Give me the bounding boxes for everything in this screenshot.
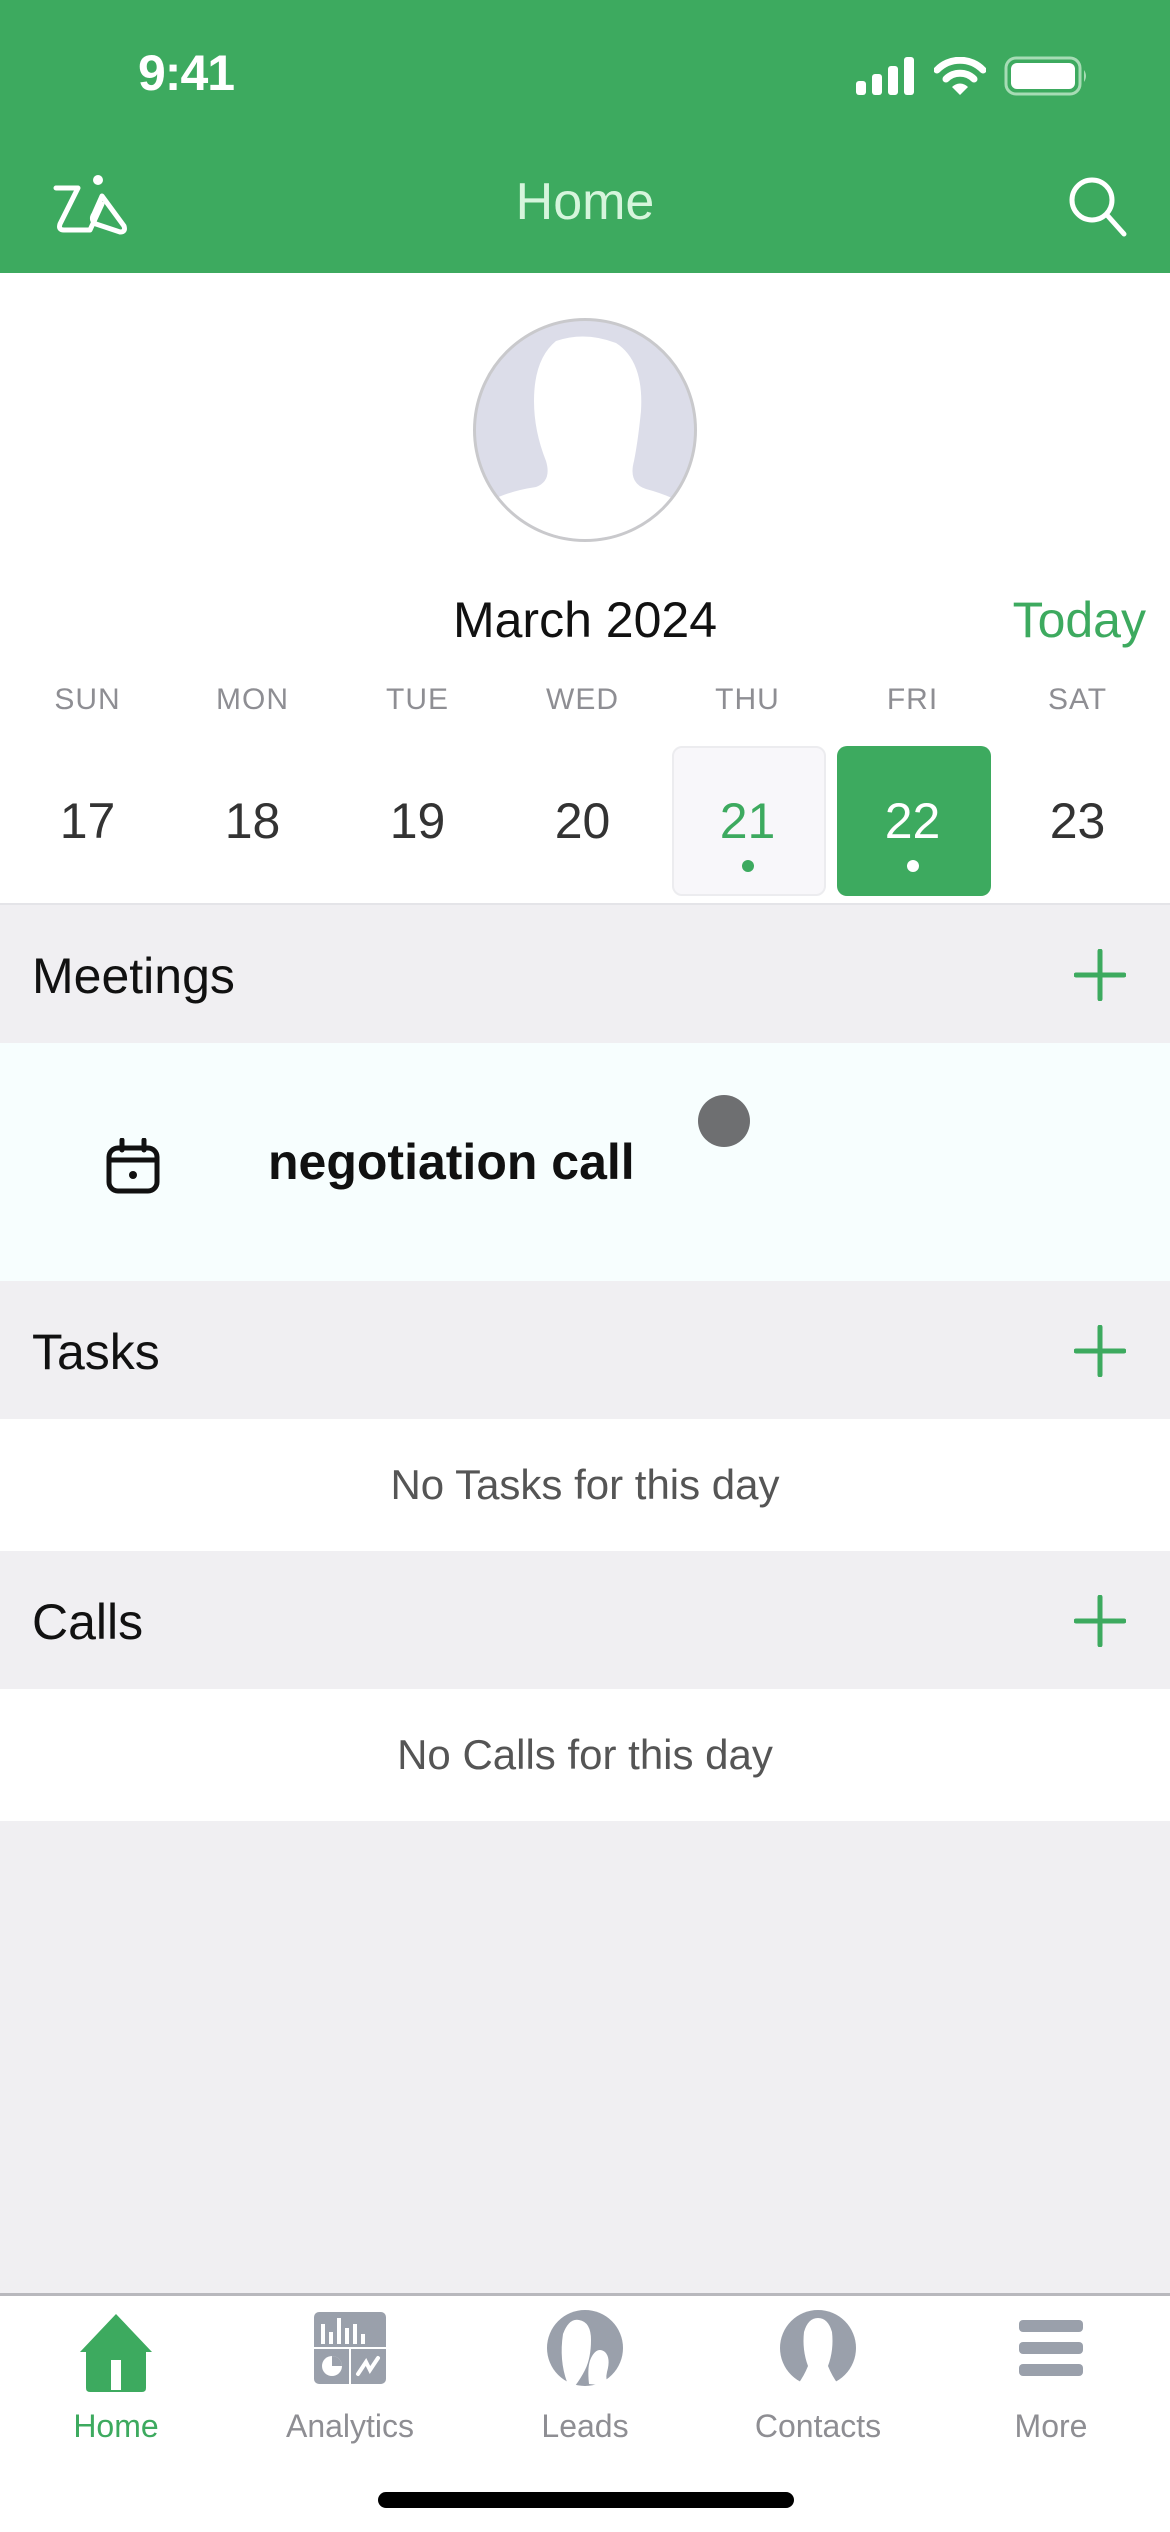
event-indicator-dot — [741, 860, 754, 872]
analytics-icon — [314, 2312, 386, 2384]
tab-home[interactable]: Home — [16, 2310, 216, 2445]
date-number: 22 — [884, 792, 941, 849]
tab-more[interactable]: More — [951, 2310, 1151, 2445]
add-meeting-button[interactable] — [1074, 949, 1126, 1001]
empty-state-text: No Tasks for this day — [390, 1461, 780, 1508]
weekday-label: TUE — [386, 683, 449, 716]
weekday-label: SAT — [1047, 683, 1108, 716]
date-number: 23 — [1049, 792, 1106, 849]
tab-label: Analytics — [285, 2408, 415, 2444]
tab-label: Contacts — [754, 2408, 882, 2444]
tab-label: More — [1014, 2408, 1088, 2444]
week-dates: 17 18 19 20 21 22 23 — [0, 743, 1170, 898]
search-icon[interactable] — [1066, 174, 1130, 238]
date-number: 21 — [719, 792, 776, 849]
date-number: 19 — [389, 792, 446, 849]
date-number: 18 — [224, 792, 281, 849]
avatar-placeholder-icon — [476, 336, 694, 539]
section-title: Meetings — [32, 948, 235, 1004]
event-indicator-dot — [906, 860, 919, 872]
tab-label: Leads — [541, 2408, 629, 2444]
battery-icon — [1004, 56, 1086, 96]
date-cell[interactable]: 19 — [335, 743, 500, 898]
touch-indicator — [698, 1095, 750, 1147]
menu-icon — [1019, 2320, 1083, 2376]
tasks-empty-state: No Tasks for this day — [0, 1419, 1170, 1551]
status-time: 9:41 — [138, 45, 235, 101]
home-indicator[interactable] — [378, 2492, 794, 2508]
tab-analytics[interactable]: Analytics — [250, 2310, 450, 2445]
cellular-signal-icon — [856, 57, 914, 95]
app-header: 9:41 Home — [0, 0, 1170, 273]
date-cell[interactable]: 20 — [500, 743, 665, 898]
date-cell[interactable]: 17 — [5, 743, 170, 898]
meeting-title: negotiation call — [268, 1134, 635, 1190]
today-button[interactable]: Today — [1013, 591, 1146, 649]
meeting-list-item[interactable]: negotiation call — [0, 1043, 1170, 1281]
weekday-header: SUN MON TUE WED THU FRI SAT — [0, 683, 1170, 717]
date-number: 17 — [59, 792, 116, 849]
calendar-panel: March 2024 Today SUN MON TUE WED THU FRI… — [0, 273, 1170, 905]
tasks-section-header: Tasks — [0, 1281, 1170, 1419]
status-icons — [856, 56, 1088, 96]
date-cell-today[interactable]: 21 — [665, 743, 830, 898]
page-title: Home — [515, 173, 655, 231]
tab-contacts[interactable]: Contacts — [718, 2310, 918, 2445]
date-cell-selected[interactable]: 22 — [830, 743, 995, 898]
date-number: 20 — [554, 792, 611, 849]
empty-state-text: No Calls for this day — [397, 1731, 773, 1778]
wifi-icon — [934, 57, 986, 95]
section-title: Calls — [32, 1594, 144, 1650]
add-call-button[interactable] — [1074, 1595, 1126, 1647]
contacts-icon — [780, 2310, 856, 2387]
avatar[interactable] — [473, 318, 697, 542]
weekday-label: SUN — [54, 683, 121, 716]
tab-label: Home — [73, 2408, 159, 2444]
calls-empty-state: No Calls for this day — [0, 1689, 1170, 1821]
date-cell[interactable]: 18 — [170, 743, 335, 898]
weekday-label: WED — [546, 683, 619, 716]
weekday-label: FRI — [886, 683, 939, 716]
meetings-section-header: Meetings — [0, 905, 1170, 1043]
add-task-button[interactable] — [1074, 1325, 1126, 1377]
date-cell[interactable]: 23 — [995, 743, 1160, 898]
calendar-icon — [106, 1138, 160, 1194]
weekday-label: THU — [715, 683, 780, 716]
tab-leads[interactable]: Leads — [485, 2310, 685, 2445]
leads-icon — [547, 2310, 623, 2386]
month-label: March 2024 — [452, 592, 718, 648]
weekday-label: MON — [216, 683, 289, 716]
calls-section-header: Calls — [0, 1551, 1170, 1689]
home-icon — [80, 2314, 152, 2392]
section-title: Tasks — [32, 1324, 160, 1380]
